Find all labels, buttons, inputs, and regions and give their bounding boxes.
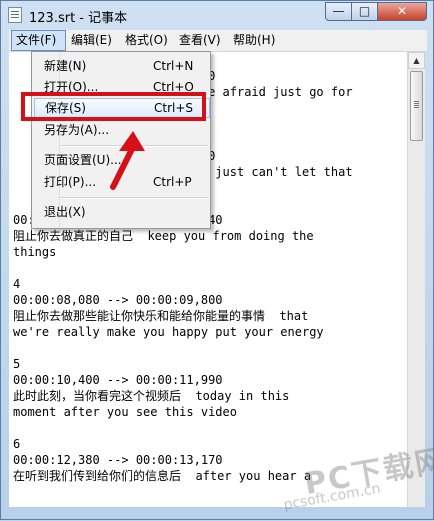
save-highlight-box [21, 92, 206, 121]
menu-new-label: 新建(N) [44, 59, 87, 73]
menu-format[interactable]: 格式(O) [121, 30, 172, 51]
scroll-thumb[interactable] [410, 71, 423, 141]
notepad-window: 123.srt - 记事本 — □ ✕ 文件(F) 编辑(E) 格式(O) 查看… [0, 0, 434, 520]
maximize-button[interactable]: □ [351, 2, 378, 21]
window-title: 123.srt - 记事本 [29, 11, 128, 26]
menu-bar: 文件(F) 编辑(E) 格式(O) 查看(V) 帮助(H) [9, 30, 427, 52]
title-bar[interactable]: 123.srt - 记事本 — □ ✕ [1, 1, 433, 29]
menu-new-shortcut: Ctrl+N [153, 59, 194, 73]
menu-save-as-label: 另存为(A)... [44, 123, 110, 137]
menu-exit-label: 退出(X) [44, 205, 86, 219]
menu-print-label: 打印(P)... [44, 175, 97, 189]
menu-edit[interactable]: 编辑(E) [67, 30, 116, 51]
red-arrow-icon [110, 131, 145, 190]
scroll-up-icon[interactable]: ▲ [408, 52, 425, 69]
notepad-icon [8, 7, 22, 23]
menu-exit[interactable]: 退出(X) [34, 202, 210, 222]
menu-separator [60, 197, 208, 199]
menu-help[interactable]: 帮助(H) [229, 30, 279, 51]
close-button[interactable]: ✕ [377, 2, 427, 21]
menu-file[interactable]: 文件(F) [11, 30, 66, 51]
minimize-button[interactable]: — [325, 2, 352, 21]
watermark: PC下载网 pcsoft.com.cn [282, 431, 434, 521]
menu-new[interactable]: 新建(N) Ctrl+N [34, 56, 210, 76]
menu-view[interactable]: 查看(V) [175, 30, 225, 51]
